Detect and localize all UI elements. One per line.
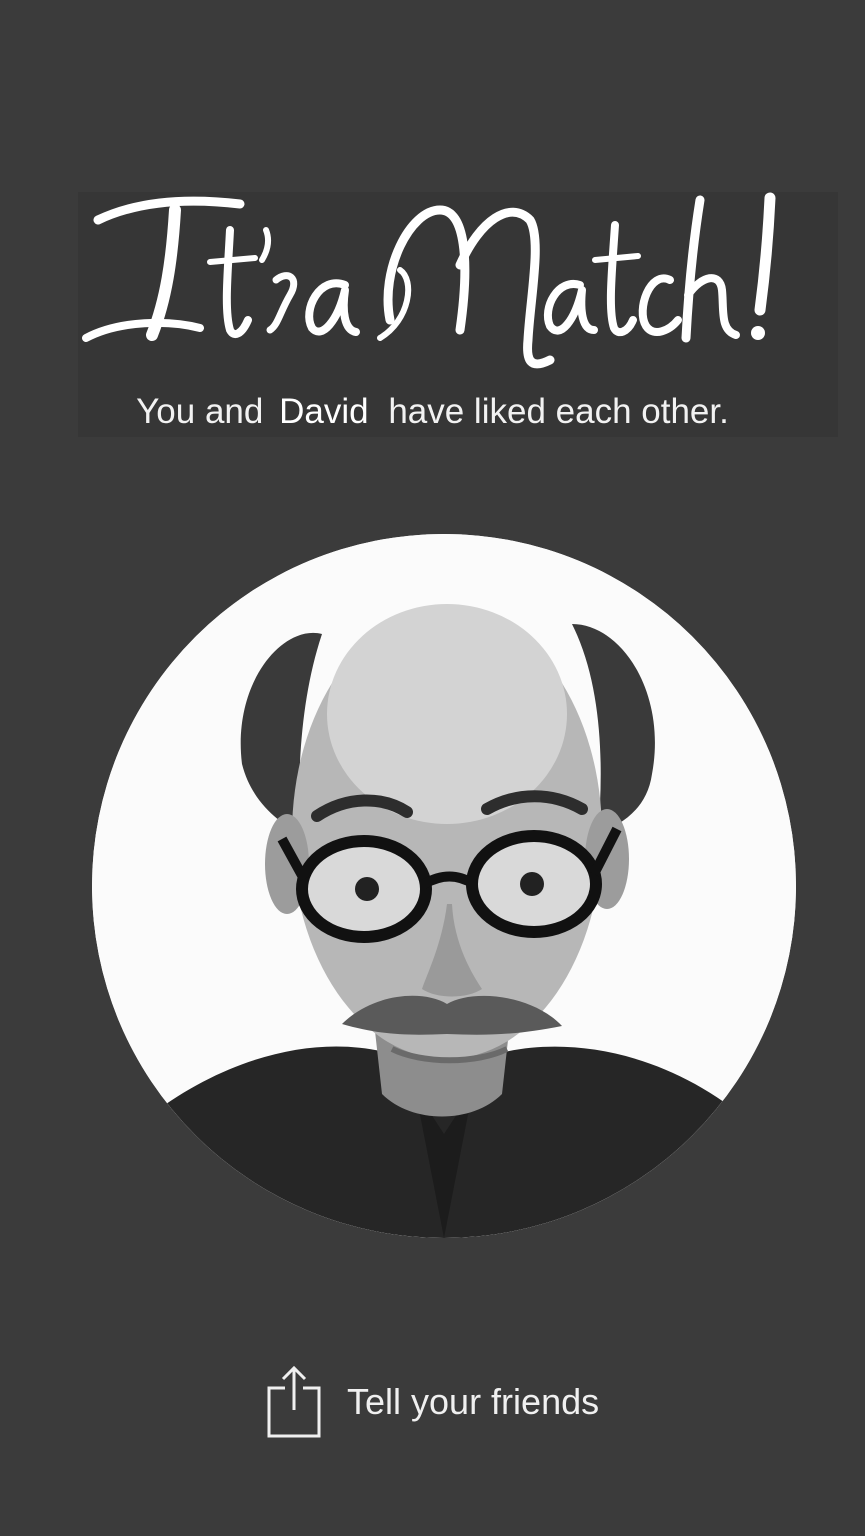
profile-photo-image: [92, 534, 796, 1238]
tell-friends-button[interactable]: Tell your friends: [265, 1362, 645, 1442]
tell-friends-label: Tell your friends: [347, 1381, 600, 1422]
subtitle-suffix: have liked each other.: [388, 392, 729, 431]
share-icon: [267, 1365, 321, 1438]
profile-photo: [92, 534, 796, 1238]
match-screen: You and David have liked each other. Tel…: [0, 0, 865, 1536]
match-name: David: [279, 392, 369, 431]
subtitle-prefix: You and: [136, 392, 264, 431]
match-title-logo: [80, 170, 785, 380]
match-subtitle: You and David have liked each other.: [0, 392, 865, 432]
